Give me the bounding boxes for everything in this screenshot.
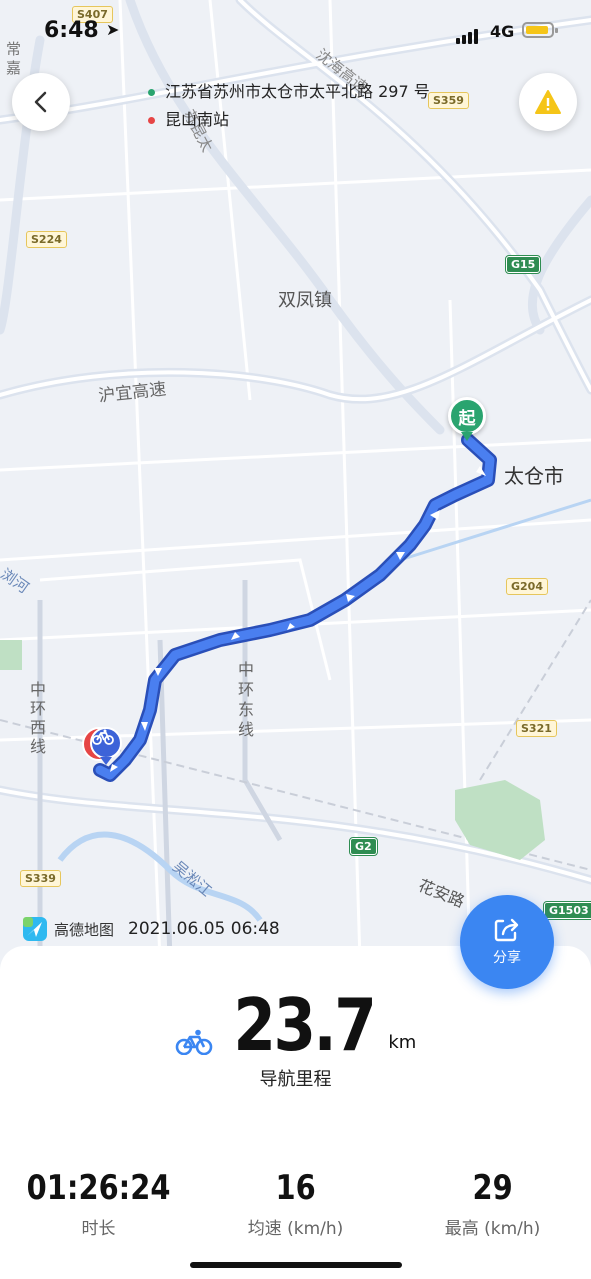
report-warning-button[interactable] (519, 73, 577, 131)
road-shield-s224: S224 (26, 231, 67, 248)
map-label-taicang: 太仓市 (504, 464, 564, 488)
bicycle-icon (175, 1029, 212, 1055)
share-label: 分享 (493, 950, 521, 966)
stat-label: 最高 (km/h) (444, 1219, 541, 1239)
distance-unit: km (388, 1032, 417, 1053)
distance-summary: 23.7 km 导航里程 (0, 985, 591, 1091)
origin-dot-icon (148, 88, 155, 96)
route-destination: 昆山南站 (148, 106, 430, 134)
route-map[interactable]: 起 双凤镇 太仓市 沪宜高速 中环东线 中环西线 沈海高速 吴淞江 花安路 常嘉… (0, 0, 591, 960)
battery-icon (522, 22, 558, 38)
start-marker[interactable]: 起 (448, 397, 486, 435)
route-endpoints: 江苏省苏州市太仓市太平北路 297 号 昆山南站 (148, 78, 430, 134)
stat-max-speed: 29 最高 (km/h) (394, 1168, 591, 1239)
share-icon (494, 918, 519, 942)
road-shield-s321: S321 (516, 720, 557, 737)
share-button[interactable]: 分享 (460, 895, 554, 989)
map-attribution: 高德地图 2021.06.05 06:48 (22, 916, 280, 942)
map-label-zhonghuan-east: 中环东线 (238, 660, 255, 739)
route-origin: 江苏省苏州市太仓市太平北路 297 号 (148, 78, 430, 106)
road-shield-g2: G2 (349, 837, 378, 856)
ride-timestamp: 2021.06.05 06:48 (128, 919, 280, 939)
location-arrow-icon: ➤ (106, 20, 120, 39)
brand-name: 高德地图 (54, 920, 115, 939)
status-time: 6:48 (44, 18, 99, 43)
warning-icon (535, 90, 561, 114)
road-shield-s359: S359 (428, 92, 469, 109)
start-marker-tip (461, 432, 473, 441)
map-canvas (0, 0, 591, 960)
network-type: 4G (490, 22, 515, 41)
stat-value: 16 (275, 1168, 316, 1208)
map-label-zhonghuan-west: 中环西线 (30, 680, 47, 756)
stat-duration: 01:26:24 时长 (0, 1168, 197, 1239)
destination-dot-icon (148, 116, 155, 124)
chevron-left-icon (34, 91, 47, 113)
distance-value: 23.7 (233, 983, 376, 1067)
ride-stats: 01:26:24 时长 16 均速 (km/h) 29 最高 (km/h) (0, 1168, 591, 1239)
stat-label: 均速 (km/h) (247, 1219, 344, 1239)
map-label-shuangfeng: 双凤镇 (278, 290, 332, 311)
stat-value: 01:26:24 (26, 1168, 171, 1208)
road-shield-s339: S339 (20, 870, 61, 887)
cellular-signal-icon (456, 25, 480, 44)
stat-value: 29 (472, 1168, 513, 1208)
home-indicator[interactable] (190, 1262, 402, 1268)
end-marker[interactable] (82, 727, 122, 767)
stat-avg-speed: 16 均速 (km/h) (197, 1168, 394, 1239)
distance-label: 导航里程 (259, 1069, 332, 1090)
back-button[interactable] (12, 73, 70, 131)
start-marker-label: 起 (458, 408, 476, 429)
road-shield-g204: G204 (506, 578, 548, 595)
gaode-logo-icon (23, 917, 47, 941)
status-bar: 6:48 ➤ 4G (0, 0, 591, 60)
stat-label: 时长 (81, 1219, 116, 1239)
bike-marker-icon (90, 727, 122, 759)
road-shield-g1503: G1503 (543, 901, 591, 920)
road-shield-g15: G15 (504, 255, 542, 274)
